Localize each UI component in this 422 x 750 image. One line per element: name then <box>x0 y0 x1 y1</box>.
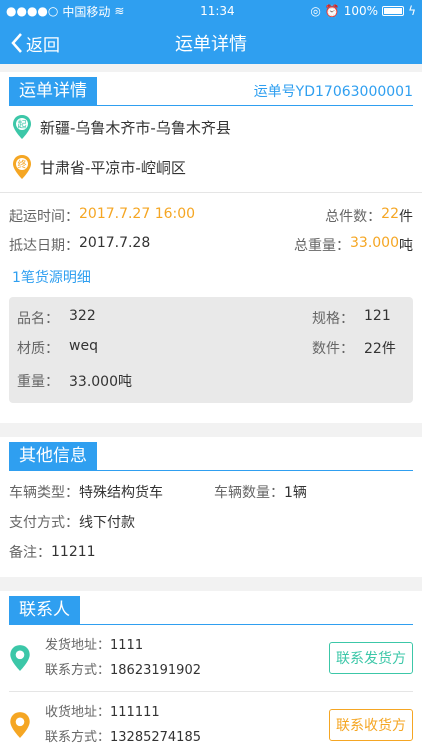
other-section-head: 其他信息 <box>9 437 413 471</box>
payment-label: 支付方式： <box>9 515 79 531</box>
contacts-section-head: 联系人 <box>9 591 413 625</box>
payment-value: 线下付款 <box>79 515 135 531</box>
receiver-phone-label: 联系方式： <box>45 730 111 745</box>
battery-percent: 100% <box>343 4 379 18</box>
other-info: 车辆类型： 特殊结构货车 车辆数量： 1辆 支付方式： 线下付款 备注： 112… <box>0 471 422 571</box>
destination-pin-icon: 终 <box>13 155 31 179</box>
destination-text: 甘肃省-平凉市-崆峒区 <box>40 158 186 177</box>
note-label: 备注： <box>9 545 51 561</box>
total-weight-unit: 吨 <box>399 237 413 254</box>
contacts-section-title: 联系人 <box>9 596 80 624</box>
cargo-name-label: 品名： <box>17 311 59 327</box>
receiver-phone: 13285274185 <box>110 730 201 745</box>
carrier-name: 中国移动 <box>62 4 111 19</box>
cargo-pieces-label: 数件： <box>312 341 354 357</box>
cargo-material-label: 材质： <box>17 341 59 357</box>
nav-bar: 返回 运单详情 <box>0 22 422 64</box>
vehicle-type-label: 车辆类型： <box>9 485 79 501</box>
start-time-value: 2017.7.27 16:00 <box>79 205 196 222</box>
sender-info: 发货地址：1111 联系方式：18623191902 <box>45 633 329 683</box>
cargo-weight-value: 33.000吨 <box>69 374 132 390</box>
status-bar: ●●●●○ 中国移动 ≋ 11:34 ◎ ⏰ 100% ϟ <box>0 0 422 22</box>
total-weight-value: 33.000 <box>350 234 399 251</box>
cargo-pieces-value: 22件 <box>364 341 396 357</box>
sender-address-label: 发货地址： <box>45 638 111 653</box>
origin-badge: 起 <box>17 120 26 131</box>
back-button[interactable]: 返回 <box>0 31 60 56</box>
receiver-address-label: 收货地址： <box>45 705 111 720</box>
note-row: 备注： 11211 <box>9 537 413 567</box>
status-left: ●●●●○ 中国移动 ≋ <box>6 3 124 20</box>
cargo-weight-label: 重量： <box>17 374 59 390</box>
start-time-label: 起运时间： <box>9 208 79 225</box>
alarm-icon: ⏰ <box>324 4 340 18</box>
vehicle-row: 车辆类型： 特殊结构货车 车辆数量： 1辆 <box>9 477 413 507</box>
other-info-card: 其他信息 车辆类型： 特殊结构货车 车辆数量： 1辆 支付方式： 线下付款 备注… <box>0 437 422 577</box>
cargo-material-value: weq <box>69 338 98 354</box>
total-count-value: 22 <box>381 205 399 222</box>
waybill-info: 起运时间： 2017.7.27 16:00 总件数： 22 件 抵达日期： 20… <box>0 193 422 259</box>
destination-row: 终 甘肃省-平凉市-崆峒区 <box>0 146 422 186</box>
origin-text: 新疆-乌鲁木齐市-乌鲁木齐县 <box>40 118 231 137</box>
signal-icon: ●●●●○ <box>6 4 59 18</box>
receiver-address: 111111 <box>110 705 160 720</box>
sender-phone-label: 联系方式： <box>45 663 111 678</box>
payment-row: 支付方式： 线下付款 <box>9 507 413 537</box>
waybill-section-title: 运单详情 <box>9 77 97 105</box>
back-label: 返回 <box>26 35 60 56</box>
chevron-left-icon <box>11 33 22 53</box>
sender-phone: 18623191902 <box>110 663 201 678</box>
waybill-section-head: 运单详情 运单号YD17063000001 <box>9 72 413 106</box>
waybill-card: 运单详情 运单号YD17063000001 起 新疆-乌鲁木齐市-乌鲁木齐县 终… <box>0 72 422 423</box>
contact-sender-button[interactable]: 联系发货方 <box>329 642 413 674</box>
charging-icon: ϟ <box>408 4 416 18</box>
content: 运单详情 运单号YD17063000001 起 新疆-乌鲁木齐市-乌鲁木齐县 终… <box>0 64 422 750</box>
status-right: ◎ ⏰ 100% ϟ <box>310 4 416 18</box>
sender-address: 1111 <box>110 638 144 653</box>
vehicle-type-value: 特殊结构货车 <box>79 485 163 501</box>
arrive-date-label: 抵达日期： <box>9 237 79 254</box>
sender-row: 发货地址：1111 联系方式：18623191902 联系发货方 <box>0 625 422 691</box>
info-row-start: 起运时间： 2017.7.27 16:00 总件数： 22 件 <box>9 201 413 230</box>
contact-receiver-button[interactable]: 联系收货方 <box>329 709 413 741</box>
cargo-detail-box: 品名： 322 规格： 121 材质： weq 数件： 22件 重量： 33.0… <box>9 297 413 403</box>
waybill-number: 运单号YD17063000001 <box>253 84 413 100</box>
page-title: 运单详情 <box>175 34 247 55</box>
wifi-icon: ≋ <box>114 4 125 18</box>
origin-pin-icon: 起 <box>13 115 31 139</box>
vehicle-count-value: 1辆 <box>284 485 307 501</box>
cargo-detail-link[interactable]: 1笔货源明细 <box>0 259 422 297</box>
vehicle-count-label: 车辆数量： <box>214 485 284 501</box>
cargo-spec-value: 121 <box>364 308 391 324</box>
destination-badge: 终 <box>17 159 26 171</box>
receiver-location-icon <box>10 712 30 738</box>
sender-location-icon <box>10 645 30 671</box>
cargo-row: 材质： weq 数件： 22件 <box>17 333 405 363</box>
receiver-row: 收货地址：111111 联系方式：13285274185 联系收货方 <box>0 692 422 750</box>
total-count-unit: 件 <box>399 208 413 225</box>
info-row-arrive: 抵达日期： 2017.7.28 总重量： 33.000 吨 <box>9 230 413 259</box>
cargo-spec-label: 规格： <box>312 311 354 327</box>
origin-row: 起 新疆-乌鲁木齐市-乌鲁木齐县 <box>0 106 422 146</box>
battery-icon <box>382 6 405 16</box>
cargo-name-value: 322 <box>69 308 96 324</box>
cargo-row: 重量： 33.000吨 <box>17 363 405 399</box>
total-count-label: 总件数： <box>325 208 382 225</box>
other-section-title: 其他信息 <box>9 442 97 470</box>
receiver-info: 收货地址：111111 联系方式：13285274185 <box>45 700 329 750</box>
contacts-card: 联系人 发货地址：1111 联系方式：18623191902 联系发货方 收货地… <box>0 591 422 750</box>
status-time: 11:34 <box>200 4 235 18</box>
note-value: 11211 <box>51 544 96 560</box>
cargo-row: 品名： 322 规格： 121 <box>17 303 405 333</box>
lock-rotation-icon: ◎ <box>310 4 321 18</box>
arrive-date-value: 2017.7.28 <box>79 234 151 251</box>
total-weight-label: 总重量： <box>294 237 350 254</box>
